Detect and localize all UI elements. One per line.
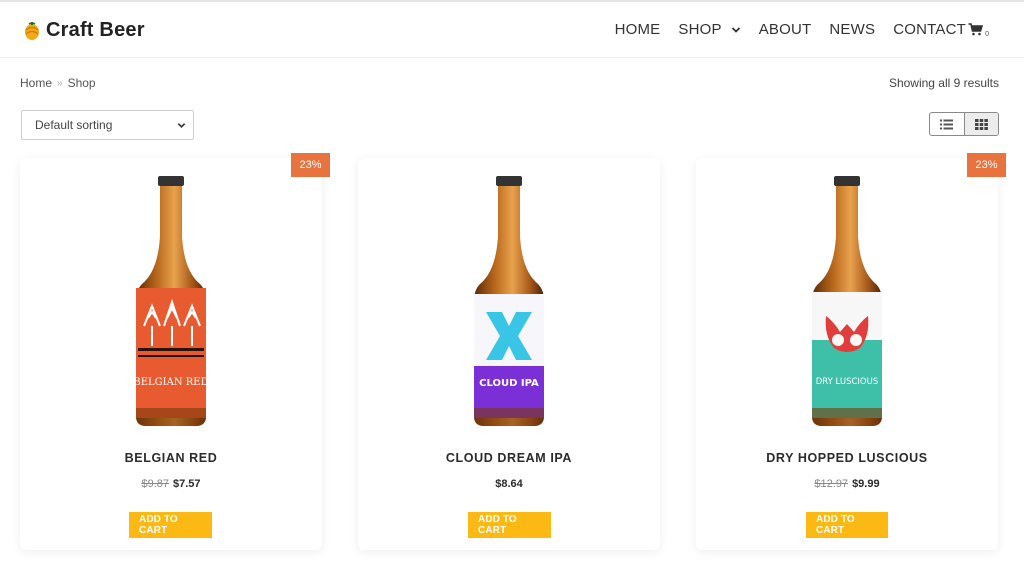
breadcrumb-separator: » xyxy=(57,77,63,89)
nav-shop-label: SHOP xyxy=(678,21,722,38)
beer-bottle-image[interactable]: BELGIAN RED xyxy=(128,176,214,428)
product-card[interactable]: 23% DRY LUSCIOUS DRY HOPPED LUSCIOUS $12… xyxy=(696,153,1006,550)
add-to-cart-button[interactable]: ADD TO CART xyxy=(129,512,212,538)
site-header: Craft Beer HOME SHOP ABOUT NEWS CONTACT … xyxy=(0,2,1024,58)
add-to-cart-button[interactable]: ADD TO CART xyxy=(806,512,888,538)
breadcrumb: Home » Shop xyxy=(20,76,96,90)
nav-shop[interactable]: SHOP xyxy=(678,21,740,38)
nav-home[interactable]: HOME xyxy=(615,21,661,38)
sort-selected-value: Default sorting xyxy=(35,118,113,132)
product-title[interactable]: DRY HOPPED LUSCIOUS xyxy=(696,451,998,465)
nav-about-label: ABOUT xyxy=(758,21,812,38)
beer-bottle-image[interactable]: CLOUD IPA xyxy=(466,176,552,428)
bottle-label-text: DRY LUSCIOUS xyxy=(816,377,878,387)
view-toggle xyxy=(929,112,999,136)
grid-view-button[interactable] xyxy=(963,113,998,135)
bottle-label-text: CLOUD IPA xyxy=(479,378,539,389)
product-title[interactable]: CLOUD DREAM IPA xyxy=(358,451,660,465)
list-view-icon xyxy=(940,119,954,129)
chevron-down-icon xyxy=(177,123,186,128)
sale-price: $7.57 xyxy=(173,478,201,490)
add-to-cart-button[interactable]: ADD TO CART xyxy=(468,512,551,538)
bottle-label-text: BELGIAN RED xyxy=(133,377,208,388)
sale-price: $9.99 xyxy=(852,478,880,490)
breadcrumb-current: Shop xyxy=(67,76,96,90)
nav-news[interactable]: NEWS xyxy=(829,21,875,38)
nav-contact[interactable]: CONTACT xyxy=(893,21,966,38)
breadcrumb-home[interactable]: Home xyxy=(20,76,52,90)
product-price: $8.64 xyxy=(358,478,660,490)
site-logo[interactable]: Craft Beer xyxy=(22,19,145,42)
product-card[interactable]: 23% BELGIAN RED BELGIAN RED $9.87 $7.57 A… xyxy=(20,153,330,550)
grid-view-icon xyxy=(974,118,988,130)
old-price: $9.87 xyxy=(141,478,169,490)
cart-button[interactable]: 0 xyxy=(968,23,989,38)
product-price: $9.87 $7.57 xyxy=(20,478,322,490)
old-price: $12.97 xyxy=(814,478,849,490)
nav-news-label: NEWS xyxy=(829,21,876,38)
sale-badge: 23% xyxy=(291,153,330,177)
product-title[interactable]: BELGIAN RED xyxy=(20,451,322,465)
beer-bottle-image[interactable]: DRY LUSCIOUS xyxy=(804,176,890,428)
cart-count: 0 xyxy=(985,31,989,38)
list-view-button[interactable] xyxy=(930,113,964,135)
nav-home-label: HOME xyxy=(614,21,661,38)
product-card[interactable]: CLOUD IPA CLOUD DREAM IPA $8.64 ADD TO C… xyxy=(358,158,660,550)
nav-about[interactable]: ABOUT xyxy=(759,21,812,38)
product-price: $12.97 $9.99 xyxy=(696,478,998,490)
sort-dropdown[interactable]: Default sorting xyxy=(21,110,194,140)
regular-price: $8.64 xyxy=(495,478,523,490)
brand-name: Craft Beer xyxy=(46,19,145,41)
sale-badge: 23% xyxy=(967,153,1006,177)
results-count: Showing all 9 results xyxy=(888,76,999,90)
nav-contact-label: CONTACT xyxy=(893,21,966,38)
cart-icon xyxy=(968,23,984,36)
hop-icon xyxy=(25,21,39,40)
chevron-down-icon xyxy=(731,26,740,33)
main-nav: HOME SHOP ABOUT NEWS CONTACT xyxy=(615,21,966,38)
